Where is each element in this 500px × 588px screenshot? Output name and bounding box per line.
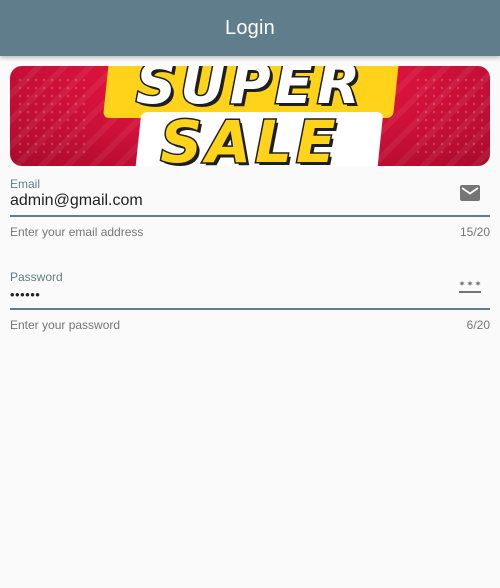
super-sale-banner: SUPER SALE: [10, 66, 490, 166]
password-char-counter: 6/20: [466, 318, 490, 332]
password-label: Password: [10, 270, 63, 284]
app-bar: Login: [0, 0, 500, 56]
password-icon: [458, 275, 482, 299]
email-input[interactable]: admin@gmail.com: [10, 192, 440, 210]
email-underline: [10, 215, 490, 217]
email-char-counter: 15/20: [459, 225, 490, 239]
password-helper-text: Enter your password: [10, 318, 121, 332]
email-field[interactable]: Email admin@gmail.com Enter your email a…: [10, 177, 490, 247]
banner-text-sale: SALE: [159, 107, 340, 167]
password-underline: [10, 308, 490, 310]
email-helper-text: Enter your email address: [10, 225, 144, 239]
email-label: Email: [10, 177, 41, 191]
password-input[interactable]: ••••••: [10, 287, 440, 302]
page-title: Login: [225, 16, 275, 39]
password-field[interactable]: Password •••••• Enter your password 6/20: [10, 270, 490, 340]
mail-icon: [458, 181, 482, 205]
